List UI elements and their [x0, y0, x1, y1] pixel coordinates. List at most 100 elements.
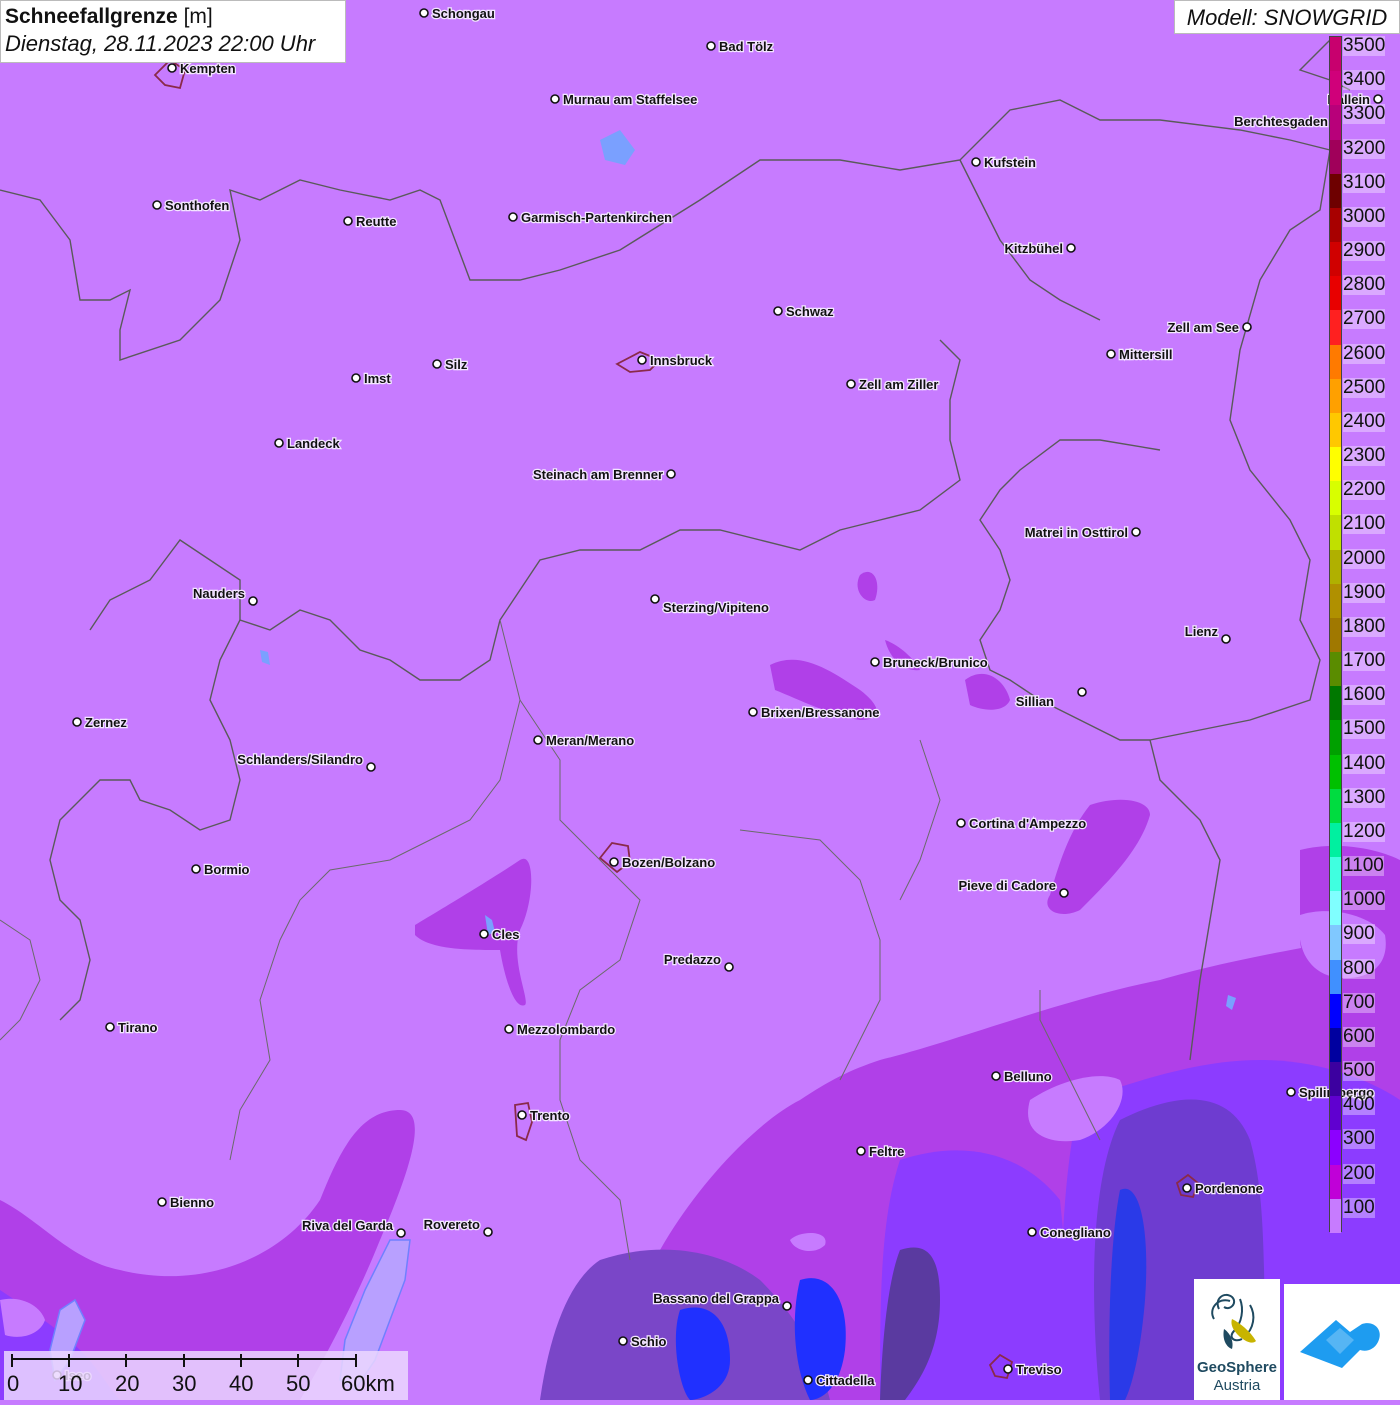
city-dot	[479, 929, 489, 939]
city-label: Landeck	[287, 436, 341, 451]
city-label: Belluno	[1004, 1069, 1052, 1084]
legend-label: 1600	[1343, 684, 1386, 706]
parameter-unit: [m]	[183, 5, 213, 28]
city-label: Bienno	[170, 1195, 214, 1210]
legend-swatch	[1330, 1164, 1341, 1200]
city-label: Riva del Garda	[302, 1218, 394, 1233]
legend-swatch	[1330, 925, 1341, 961]
scale-tick-30: 30	[172, 1371, 197, 1396]
city-label: Berchtesgaden	[1234, 114, 1328, 129]
city-marker: Garmisch-Partenkirchen	[508, 209, 673, 226]
city-label: Kufstein	[984, 155, 1036, 170]
legend-label: 1000	[1343, 889, 1386, 911]
city-label: Sterzing/Vipiteno	[663, 600, 769, 615]
legend-swatch	[1330, 720, 1341, 756]
city-dot	[248, 596, 258, 606]
legend-swatch	[1330, 583, 1341, 619]
map-title-box: Schneefallgrenze [m] Dienstag, 28.11.202…	[0, 0, 346, 63]
city-label: Predazzo	[664, 952, 721, 967]
legend-swatch	[1330, 549, 1341, 585]
city-marker: Sonthofen	[152, 197, 231, 214]
legend-label: 1500	[1343, 718, 1386, 740]
legend-swatch	[1330, 242, 1341, 277]
legend-label: 2200	[1343, 479, 1386, 501]
snowfall-limit-map[interactable]: Schongau Bad Tölz Kempten Murnau am Staffel…	[0, 0, 1400, 1400]
parameter-name: Schneefallgrenze	[5, 5, 178, 28]
city-dot	[550, 94, 560, 104]
legend-swatch	[1330, 310, 1341, 346]
city-dot	[504, 1024, 514, 1034]
city-dot	[666, 469, 676, 479]
city-label: Treviso	[1016, 1362, 1062, 1377]
city-dot	[1221, 634, 1231, 644]
city-dot	[366, 762, 376, 772]
city-dot	[396, 1228, 406, 1238]
city-dot	[870, 657, 880, 667]
city-marker: Berchtesgaden	[1233, 113, 1341, 130]
city-marker: Matrei in Osttirol	[1023, 524, 1141, 541]
city-dot	[1242, 322, 1252, 332]
city-dot	[1059, 888, 1069, 898]
city-dot	[1131, 527, 1141, 537]
city-label: Lienz	[1185, 624, 1219, 639]
legend-label: 1100	[1343, 855, 1384, 877]
city-marker: Schongau	[419, 5, 496, 22]
legend-swatch	[1330, 207, 1341, 243]
city-label: Feltre	[869, 1144, 904, 1159]
legend-label: 1800	[1343, 615, 1386, 637]
city-label: Bassano del Grappa	[653, 1291, 779, 1306]
city-label: Garmisch-Partenkirchen	[521, 210, 672, 225]
legend-label: 1900	[1343, 581, 1386, 603]
city-label: Bad Tölz	[719, 39, 774, 54]
legend-swatch	[1330, 993, 1341, 1029]
city-label: Schlanders/Silandro	[237, 752, 363, 767]
model-label: Modell: SNOWGRID	[1174, 0, 1400, 34]
map-title: Schneefallgrenze [m]	[5, 3, 341, 30]
city-dot	[803, 1375, 813, 1385]
legend-swatch	[1330, 71, 1341, 106]
city-marker: Steinach am Brenner	[532, 466, 676, 483]
city-dot	[1182, 1183, 1192, 1193]
city-label: Conegliano	[1040, 1225, 1111, 1240]
legend-label: 1200	[1343, 820, 1386, 842]
city-label: Zell am See	[1167, 320, 1239, 335]
geosphere-logo-icon	[1211, 1293, 1256, 1349]
city-marker: Cortina d'Ampezzo	[956, 815, 1088, 832]
legend-swatch	[1330, 754, 1341, 790]
city-marker: Zell am See	[1166, 319, 1252, 336]
city-dot	[724, 962, 734, 972]
city-dot	[274, 438, 284, 448]
legend-swatch	[1330, 1027, 1341, 1063]
legend-label: 3300	[1343, 103, 1386, 125]
city-label: Cittadella	[816, 1373, 875, 1388]
legend-swatch	[1330, 1062, 1341, 1097]
legend-label: 800	[1343, 957, 1375, 979]
legend-swatch	[1330, 1096, 1341, 1131]
legend-label: 2700	[1343, 308, 1386, 330]
city-label: Mittersill	[1119, 347, 1172, 362]
geosphere-austria-logo[interactable]: GeoSphere Austria	[1194, 1279, 1280, 1400]
legend-swatch	[1330, 378, 1341, 414]
city-label: Mezzolombardo	[517, 1022, 615, 1037]
city-marker: Bozen/Bolzano	[609, 854, 716, 871]
legend-swatch	[1330, 788, 1341, 824]
city-label: Reutte	[356, 214, 396, 229]
city-label: Zernez	[85, 715, 127, 730]
legend-swatch	[1330, 173, 1341, 209]
city-label: Rovereto	[424, 1217, 480, 1232]
city-label: Bozen/Bolzano	[622, 855, 715, 870]
app-logo-icon	[1300, 1320, 1380, 1368]
city-dot	[1027, 1227, 1037, 1237]
legend-swatch	[1330, 822, 1341, 858]
city-dot	[1106, 349, 1116, 359]
scale-tick-0: 0	[7, 1371, 20, 1396]
legend-label: 2500	[1343, 376, 1386, 398]
city-dot	[637, 355, 647, 365]
legend-label: 3100	[1343, 171, 1386, 193]
city-label: Pordenone	[1195, 1181, 1263, 1196]
legend-label: 900	[1343, 923, 1375, 945]
city-label: Matrei in Osttirol	[1025, 525, 1128, 540]
app-logo[interactable]	[1284, 1284, 1400, 1400]
city-label: Bormio	[204, 862, 250, 877]
city-label: Schwaz	[786, 304, 834, 319]
